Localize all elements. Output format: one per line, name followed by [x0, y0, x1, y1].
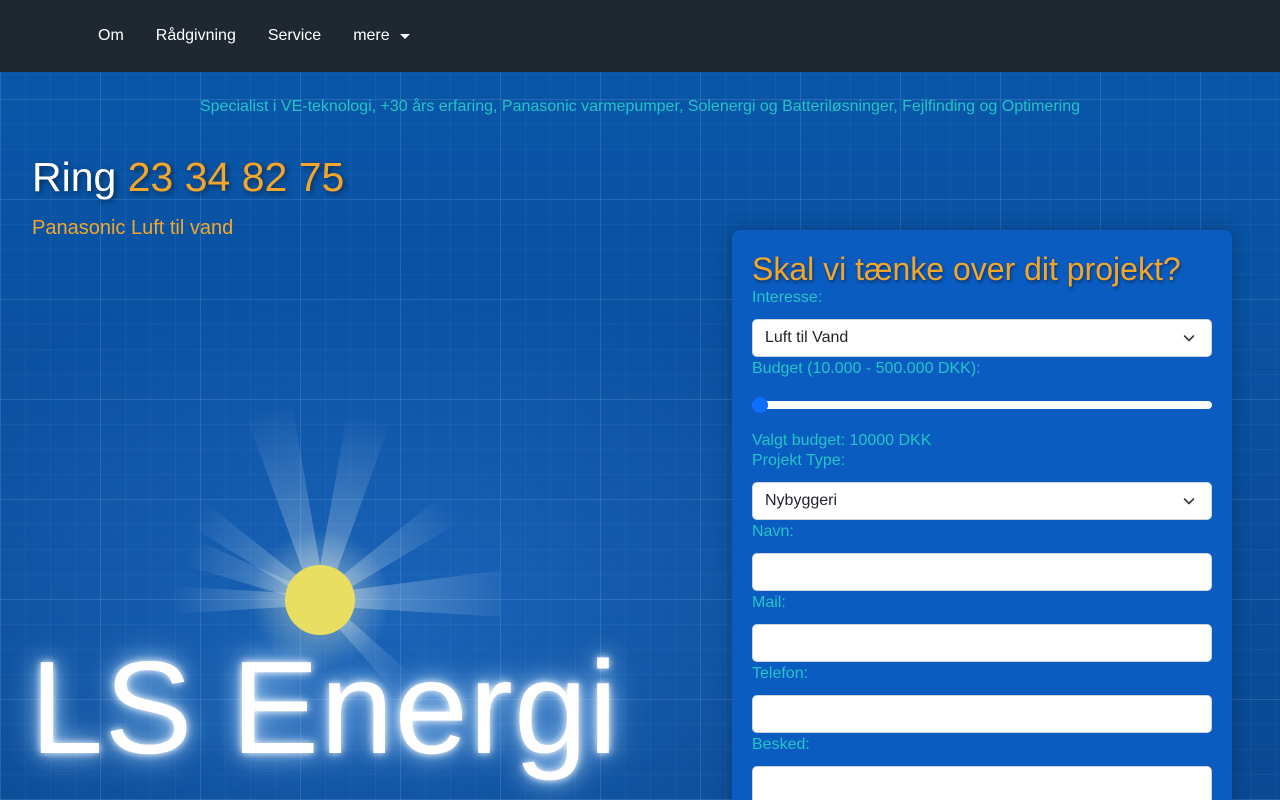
message-textarea[interactable] [752, 766, 1212, 800]
tagline: Specialist i VE-teknologi, +30 års erfar… [199, 98, 1080, 115]
mail-input[interactable] [752, 624, 1212, 662]
nav-link-om[interactable]: Om [82, 27, 140, 45]
interest-select[interactable]: Luft til Vand [752, 319, 1212, 357]
project-type-label: Projekt Type: [752, 452, 846, 469]
caret-down-icon [399, 33, 410, 39]
phone-number[interactable]: 23 34 82 75 [128, 154, 345, 200]
hero-section: Specialist i VE-teknologi, +30 års erfar… [0, 72, 1280, 800]
chevron-down-icon [1183, 335, 1195, 342]
product-subtitle: Panasonic Luft til vand [32, 217, 234, 239]
budget-output: Valgt budget: 10000 DKK [752, 432, 932, 449]
budget-label: Budget (10.000 - 500.000 DKK): [752, 360, 981, 377]
project-type-select[interactable]: Nybyggeri [752, 482, 1212, 520]
top-navbar: Om Rådgivning Service mere [0, 0, 1280, 72]
form-title: Skal vi tænke over dit projekt? [752, 251, 1181, 287]
phone-prefix: Ring [32, 154, 117, 200]
name-input[interactable] [752, 553, 1212, 591]
brand-logo-text: LS Energi [30, 634, 619, 781]
interest-selected-value: Luft til Vand [765, 329, 849, 346]
phone-heading: Ring 23 34 82 75 [32, 154, 344, 201]
phone-input[interactable] [752, 695, 1212, 733]
message-label: Besked: [752, 736, 810, 753]
nav-dropdown-label: mere [353, 27, 390, 44]
phone-label: Telefon: [752, 665, 809, 682]
interest-label: Interesse: [752, 289, 823, 306]
budget-slider[interactable] [752, 382, 1212, 422]
mail-label: Mail: [752, 594, 786, 611]
nav-link-service[interactable]: Service [252, 27, 337, 45]
project-type-selected-value: Nybyggeri [765, 492, 838, 509]
nav-dropdown-mere[interactable]: mere [337, 27, 425, 45]
name-label: Navn: [752, 523, 794, 540]
budget-slider-thumb[interactable] [752, 397, 768, 413]
budget-slider-track[interactable] [752, 401, 1212, 409]
contact-form: Skal vi tænke over dit projekt? Interess… [732, 230, 1232, 800]
chevron-down-icon [1183, 498, 1195, 505]
nav-link-radgivning[interactable]: Rådgivning [140, 27, 252, 45]
